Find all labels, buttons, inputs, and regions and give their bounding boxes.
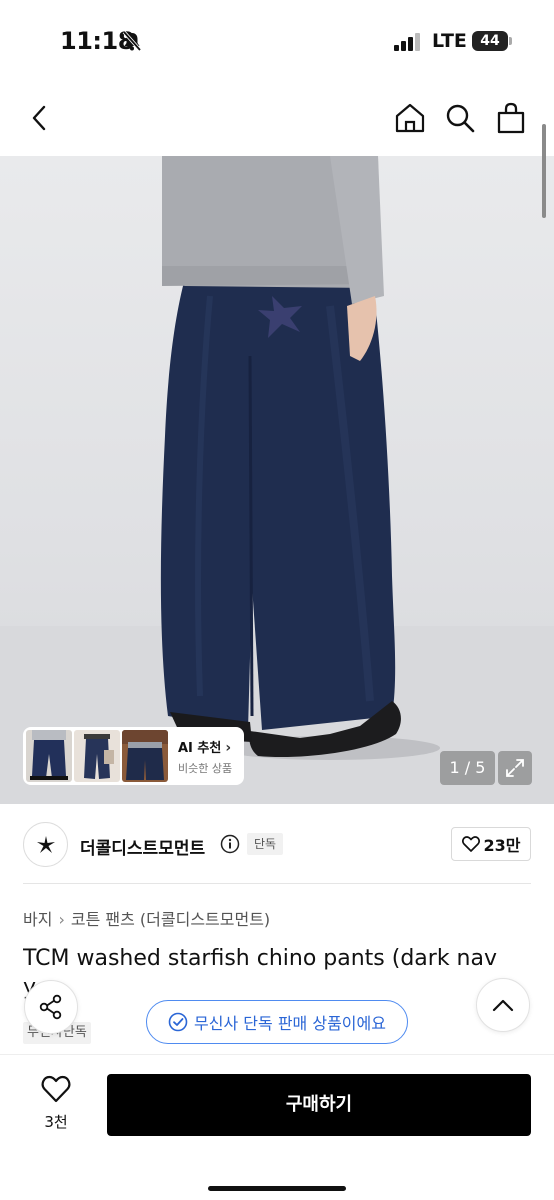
thumbnail-3[interactable] <box>122 730 168 782</box>
share-button[interactable] <box>24 980 78 1034</box>
product-image[interactable] <box>0 156 554 804</box>
wishlist-count: 3천 <box>44 1113 68 1131</box>
buy-button[interactable]: 구매하기 <box>107 1074 531 1136</box>
breadcrumb: 바지 › 코튼 팬츠 (더콜디스트모먼트) <box>23 906 270 930</box>
product-title: TCM washed starfish chino pants (dark na… <box>23 946 497 971</box>
home-icon <box>395 103 425 133</box>
page-counter: 1 / 5 <box>440 751 495 785</box>
brand-logo[interactable] <box>23 822 68 867</box>
search-icon <box>446 104 475 133</box>
exclusive-notice-text: 무신사 단독 판매 상품이에요 <box>194 1014 386 1033</box>
like-count: 23만 <box>483 836 521 855</box>
wishlist-button[interactable]: 3천 <box>34 1075 78 1132</box>
thumbnail-strip: AI 추천 › 비슷한 상품 <box>23 727 244 785</box>
info-icon[interactable] <box>220 834 240 854</box>
chevron-right-icon: › <box>225 739 232 756</box>
starfish-logo-icon <box>36 835 55 853</box>
back-arrow-icon <box>32 105 46 131</box>
chevron-right-icon: › <box>58 910 65 929</box>
home-indicator <box>208 1186 346 1191</box>
back-button[interactable] <box>22 100 58 136</box>
battery-tip <box>509 37 512 45</box>
brand-name[interactable]: 더콜디스트모먼트 <box>80 834 205 859</box>
network-label: LTE <box>432 30 467 52</box>
thumbnail-1[interactable] <box>26 730 72 782</box>
product-photo <box>0 156 554 804</box>
nav-bar <box>0 84 554 156</box>
expand-icon <box>506 759 524 777</box>
scrollbar[interactable] <box>542 124 546 218</box>
ai-recommend-text: AI 추천 <box>178 740 222 756</box>
brand-row: 더콜디스트모먼트 단독 23만 <box>0 804 554 884</box>
heart-icon <box>461 836 480 852</box>
thumbnail-2[interactable] <box>74 730 120 782</box>
search-button[interactable] <box>442 100 478 136</box>
cart-button[interactable] <box>493 100 529 136</box>
exclusive-notice-pill[interactable]: 무신사 단독 판매 상품이에요 <box>146 1000 408 1044</box>
breadcrumb-brand[interactable]: (더콜디스트모먼트) <box>140 910 270 929</box>
heart-icon <box>41 1075 71 1103</box>
bottom-bar: 3천 구매하기 <box>0 1054 554 1200</box>
divider <box>23 883 531 884</box>
bell-slash-icon <box>122 30 142 52</box>
exclusive-tag: 단독 <box>247 833 284 855</box>
expand-button[interactable] <box>498 751 532 785</box>
ai-recommend-sublabel: 비슷한 상품 <box>178 761 233 775</box>
battery-icon: 44 <box>472 31 508 51</box>
scroll-top-button[interactable] <box>476 978 530 1032</box>
breadcrumb-subcategory[interactable]: 코튼 팬츠 <box>71 910 135 929</box>
status-bar: 11:18 LTE 44 <box>0 0 554 84</box>
ai-recommend-button[interactable]: AI 추천 › 비슷한 상품 <box>178 737 232 776</box>
home-button[interactable] <box>392 100 428 136</box>
share-icon <box>39 994 62 1020</box>
signal-icon <box>394 33 420 51</box>
shopping-bag-icon <box>497 102 525 134</box>
breadcrumb-category[interactable]: 바지 <box>23 910 52 929</box>
check-circle-icon <box>168 1012 188 1032</box>
ai-recommend-label: AI 추천 › <box>178 737 232 756</box>
chevron-up-icon <box>492 999 514 1012</box>
like-button[interactable]: 23만 <box>451 827 531 861</box>
